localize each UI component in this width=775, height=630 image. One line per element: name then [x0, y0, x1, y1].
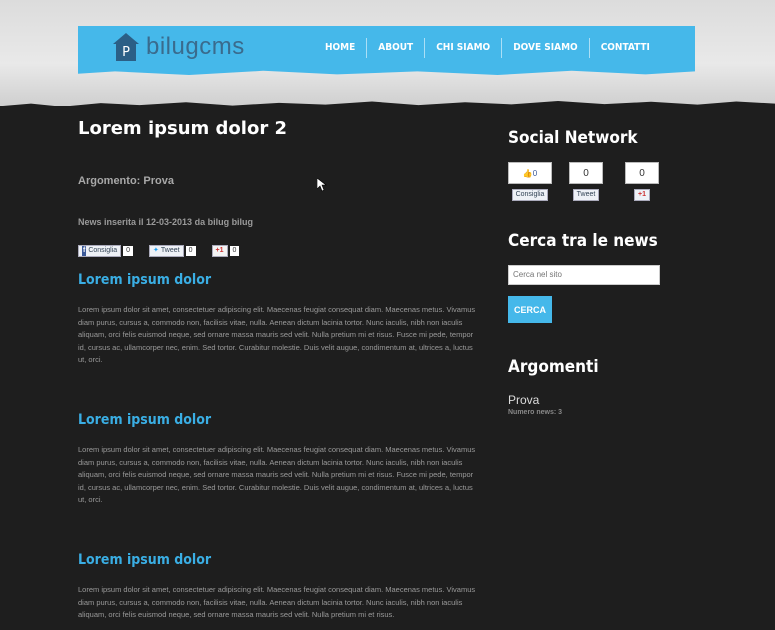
search-input[interactable] — [508, 265, 660, 285]
facebook-widget[interactable]: 👍 0 Consiglia — [508, 162, 552, 201]
mouse-cursor-icon — [317, 178, 327, 192]
nav-dove-siamo[interactable]: DOVE SIAMO — [502, 38, 590, 58]
facebook-share[interactable]: f Consiglia 0 — [78, 244, 134, 257]
main-nav: HOME ABOUT CHI SIAMO DOVE SIAMO CONTATTI — [314, 38, 661, 58]
twitter-icon: ✦ — [153, 246, 159, 254]
nav-contatti[interactable]: CONTATTI — [590, 38, 661, 58]
main-content: Lorem ipsum dolor 2 Argomento: Prova New… — [78, 118, 488, 619]
topic-link[interactable]: Prova — [508, 393, 668, 407]
thumb-up-icon: 👍 — [522, 168, 533, 178]
share-buttons: f Consiglia 0 ✦ Tweet 0 +1 0 — [78, 244, 488, 257]
svg-text:P: P — [122, 45, 130, 60]
gplus-label: +1 — [215, 246, 224, 254]
tweet-count: 0 — [185, 245, 196, 256]
facebook-label: Consiglia — [88, 246, 118, 254]
facebook-consiglia-button[interactable]: Consiglia — [511, 189, 549, 201]
topic-count: Numero news: 3 — [508, 409, 563, 416]
facebook-like-count: 👍 0 — [508, 162, 552, 184]
search-button[interactable]: CERCA — [508, 296, 552, 323]
tweet-button[interactable]: Tweet — [572, 189, 600, 201]
logo-text: bilugcms — [146, 33, 245, 60]
gplus-share[interactable]: +1 0 — [211, 244, 240, 257]
page-title: Lorem ipsum dolor 2 — [78, 118, 288, 139]
facebook-count: 0 — [123, 245, 134, 256]
gplus-count: 0 — [229, 245, 240, 256]
article-item: Lorem ipsum dolor Lorem ipsum dolor sit … — [78, 272, 483, 367]
gplus-widget[interactable]: 0 +1 — [620, 162, 664, 201]
article-title[interactable]: Lorem ipsum dolor — [78, 272, 483, 288]
gplus-button[interactable]: +1 — [211, 244, 228, 257]
tweet-count-bubble: 0 — [569, 162, 603, 184]
sidebar: Social Network 👍 0 Consiglia 0 Tweet 0 +… — [508, 128, 668, 416]
post-date-line: News inserita il 12-03-2013 da bilug bil… — [78, 217, 254, 227]
article-item: Lorem ipsum dolor Lorem ipsum dolor sit … — [78, 552, 483, 622]
article-body: Lorem ipsum dolor sit amet, consectetuer… — [78, 305, 476, 365]
twitter-widget[interactable]: 0 Tweet — [564, 162, 608, 201]
facebook-icon: f — [82, 245, 87, 256]
facebook-like-button[interactable]: f Consiglia — [78, 244, 122, 257]
house-logo-icon: P — [113, 33, 139, 61]
article-title[interactable]: Lorem ipsum dolor — [78, 552, 483, 568]
nav-chi-siamo[interactable]: CHI SIAMO — [425, 38, 503, 58]
twitter-share[interactable]: ✦ Tweet 0 — [149, 244, 196, 257]
site-logo[interactable]: P bilugcms — [112, 32, 245, 62]
article-item: Lorem ipsum dolor Lorem ipsum dolor sit … — [78, 412, 483, 507]
topics-title: Argomenti — [508, 357, 599, 377]
nav-about[interactable]: ABOUT — [367, 38, 426, 58]
tweet-button[interactable]: ✦ Tweet — [149, 244, 184, 257]
article-title[interactable]: Lorem ipsum dolor — [78, 412, 483, 428]
post-topic[interactable]: Argomento: Prova — [78, 175, 488, 187]
social-buttons: 👍 0 Consiglia 0 Tweet 0 +1 — [508, 162, 668, 201]
fb-count-value: 0 — [532, 168, 538, 178]
gplus-button[interactable]: +1 — [634, 189, 650, 201]
nav-home[interactable]: HOME — [314, 38, 368, 58]
article-body: Lorem ipsum dolor sit amet, consectetuer… — [78, 445, 476, 505]
article-body: Lorem ipsum dolor sit amet, consectetuer… — [78, 585, 476, 620]
social-network-title: Social Network — [508, 128, 638, 148]
tweet-label: Tweet — [160, 246, 180, 254]
gplus-count-bubble: 0 — [625, 162, 659, 184]
search-title: Cerca tra le news — [508, 231, 658, 251]
